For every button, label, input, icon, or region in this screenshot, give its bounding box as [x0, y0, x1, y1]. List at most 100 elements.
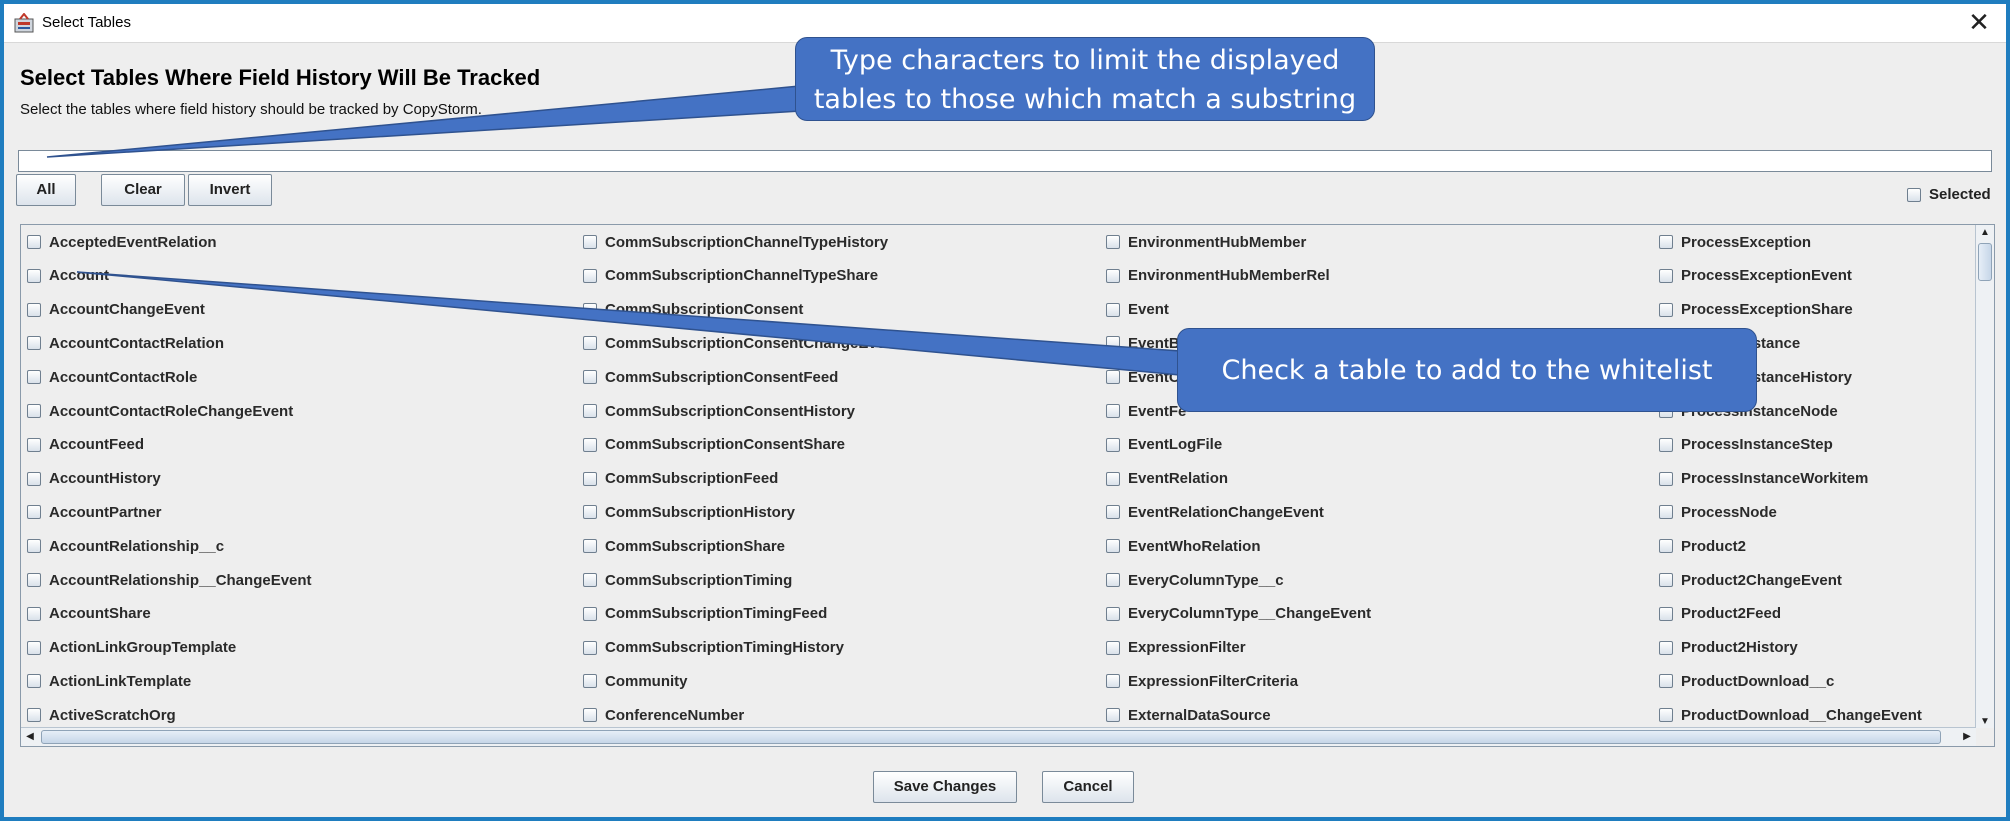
table-checkbox[interactable] — [1659, 471, 1673, 486]
table-checkbox[interactable] — [583, 674, 597, 689]
table-checkbox[interactable] — [27, 674, 41, 689]
invert-button[interactable]: Invert — [188, 174, 272, 206]
table-list-item[interactable]: AcceptedEventRelation — [27, 225, 547, 259]
table-list-item[interactable]: CommSubscriptionConsent — [583, 293, 1103, 327]
horizontal-scroll-thumb[interactable] — [41, 730, 1941, 744]
table-list-item[interactable]: CommSubscriptionChannelTypeShare — [583, 259, 1103, 293]
table-checkbox[interactable] — [27, 437, 41, 452]
table-list-item[interactable]: ProductDownload__c — [1659, 664, 1994, 698]
table-list-item[interactable]: ProcessInstanceStep — [1659, 428, 1994, 462]
table-list-item[interactable]: AccountRelationship__ChangeEvent — [27, 563, 547, 597]
table-checkbox[interactable] — [1659, 708, 1673, 723]
table-list-item[interactable]: Product2ChangeEvent — [1659, 563, 1994, 597]
table-list-item[interactable]: ActionLinkTemplate — [27, 664, 547, 698]
table-list-item[interactable]: CommSubscriptionTiming — [583, 563, 1103, 597]
table-list-item[interactable]: AccountContactRelation — [27, 326, 547, 360]
table-list-item[interactable]: CommSubscriptionConsentFeed — [583, 360, 1103, 394]
table-checkbox[interactable] — [1659, 606, 1673, 621]
table-checkbox[interactable] — [583, 573, 597, 587]
table-checkbox[interactable] — [1659, 573, 1673, 587]
table-list-item[interactable]: EventLogFile — [1106, 428, 1626, 462]
filter-input[interactable] — [18, 150, 1992, 172]
table-checkbox[interactable] — [27, 708, 41, 723]
table-checkbox[interactable] — [1659, 268, 1673, 283]
table-checkbox[interactable] — [1659, 674, 1673, 689]
table-list-item[interactable]: CommSubscriptionConsentChangeEvent — [583, 326, 1103, 360]
table-list-item[interactable]: AccountFeed — [27, 428, 547, 462]
table-checkbox[interactable] — [583, 539, 597, 554]
table-list-item[interactable]: Account — [27, 259, 547, 293]
table-checkbox[interactable] — [27, 302, 41, 317]
table-checkbox[interactable] — [583, 708, 597, 723]
table-checkbox[interactable] — [27, 539, 41, 554]
table-checkbox[interactable] — [27, 370, 41, 385]
table-list-item[interactable]: EveryColumnType__c — [1106, 563, 1626, 597]
table-checkbox[interactable] — [27, 336, 41, 351]
table-checkbox[interactable] — [1659, 302, 1673, 317]
table-checkbox[interactable] — [583, 505, 597, 520]
table-checkbox[interactable] — [1106, 471, 1120, 486]
table-list-item[interactable]: EnvironmentHubMember — [1106, 225, 1626, 259]
table-checkbox[interactable] — [27, 505, 41, 520]
table-list-item[interactable]: AccountChangeEvent — [27, 293, 547, 327]
table-list-item[interactable]: AccountShare — [27, 597, 547, 631]
table-checkbox[interactable] — [27, 573, 41, 587]
table-checkbox[interactable] — [1106, 336, 1120, 351]
table-list-item[interactable]: CommSubscriptionHistory — [583, 495, 1103, 529]
table-list-item[interactable]: CommSubscriptionShare — [583, 529, 1103, 563]
table-list-item[interactable]: AccountHistory — [27, 462, 547, 496]
table-checkbox[interactable] — [27, 606, 41, 621]
table-checkbox[interactable] — [583, 235, 597, 249]
table-checkbox[interactable] — [1659, 640, 1673, 655]
table-list-item[interactable]: Product2Feed — [1659, 597, 1994, 631]
table-list-item[interactable]: ProcessExceptionEvent — [1659, 259, 1994, 293]
table-checkbox[interactable] — [1106, 268, 1120, 283]
selected-only-checkbox[interactable] — [1907, 187, 1921, 202]
table-checkbox[interactable] — [1659, 539, 1673, 554]
vertical-scrollbar[interactable]: ▲ ▼ — [1975, 225, 1994, 730]
table-list-item[interactable]: AccountContactRoleChangeEvent — [27, 394, 547, 428]
table-checkbox[interactable] — [583, 302, 597, 317]
table-checkbox[interactable] — [583, 640, 597, 655]
table-checkbox[interactable] — [1106, 573, 1120, 587]
scroll-left-icon[interactable]: ◀ — [21, 729, 39, 745]
table-checkbox[interactable] — [583, 437, 597, 452]
scroll-right-icon[interactable]: ▶ — [1958, 729, 1976, 745]
table-checkbox[interactable] — [27, 404, 41, 418]
close-icon[interactable]: ✕ — [1964, 8, 1994, 38]
table-list-item[interactable]: ProcessExceptionShare — [1659, 293, 1994, 327]
table-checkbox[interactable] — [1106, 640, 1120, 655]
table-list-item[interactable]: ProcessNode — [1659, 495, 1994, 529]
table-checkbox[interactable] — [1659, 437, 1673, 452]
table-list-item[interactable]: Product2 — [1659, 529, 1994, 563]
table-list-item[interactable]: EnvironmentHubMemberRel — [1106, 259, 1626, 293]
table-checkbox[interactable] — [1659, 235, 1673, 249]
table-list-item[interactable]: CommSubscriptionTimingHistory — [583, 631, 1103, 665]
vertical-scroll-thumb[interactable] — [1978, 243, 1992, 281]
table-checkbox[interactable] — [1106, 505, 1120, 520]
cancel-button[interactable]: Cancel — [1042, 771, 1134, 803]
table-checkbox[interactable] — [1106, 302, 1120, 317]
table-checkbox[interactable] — [1106, 606, 1120, 621]
table-checkbox[interactable] — [27, 268, 41, 283]
table-list-item[interactable]: EventRelationChangeEvent — [1106, 495, 1626, 529]
table-list-item[interactable]: Community — [583, 664, 1103, 698]
table-checkbox[interactable] — [1106, 437, 1120, 452]
table-checkbox[interactable] — [583, 471, 597, 486]
table-list-item[interactable]: ExpressionFilterCriteria — [1106, 664, 1626, 698]
table-list-item[interactable]: CommSubscriptionChannelTypeHistory — [583, 225, 1103, 259]
table-checkbox[interactable] — [583, 336, 597, 351]
table-list-item[interactable]: ExpressionFilter — [1106, 631, 1626, 665]
table-list-item[interactable]: AccountPartner — [27, 495, 547, 529]
scroll-up-icon[interactable]: ▲ — [1976, 225, 1994, 241]
table-checkbox[interactable] — [27, 640, 41, 655]
table-list-item[interactable]: CommSubscriptionFeed — [583, 462, 1103, 496]
table-list-item[interactable]: CommSubscriptionConsentShare — [583, 428, 1103, 462]
table-checkbox[interactable] — [1659, 505, 1673, 520]
clear-button[interactable]: Clear — [101, 174, 185, 206]
table-list-item[interactable]: AccountRelationship__c — [27, 529, 547, 563]
save-changes-button[interactable]: Save Changes — [873, 771, 1017, 803]
table-list-item[interactable]: EventRelation — [1106, 462, 1626, 496]
table-checkbox[interactable] — [27, 471, 41, 486]
table-list-item[interactable]: ProcessException — [1659, 225, 1994, 259]
